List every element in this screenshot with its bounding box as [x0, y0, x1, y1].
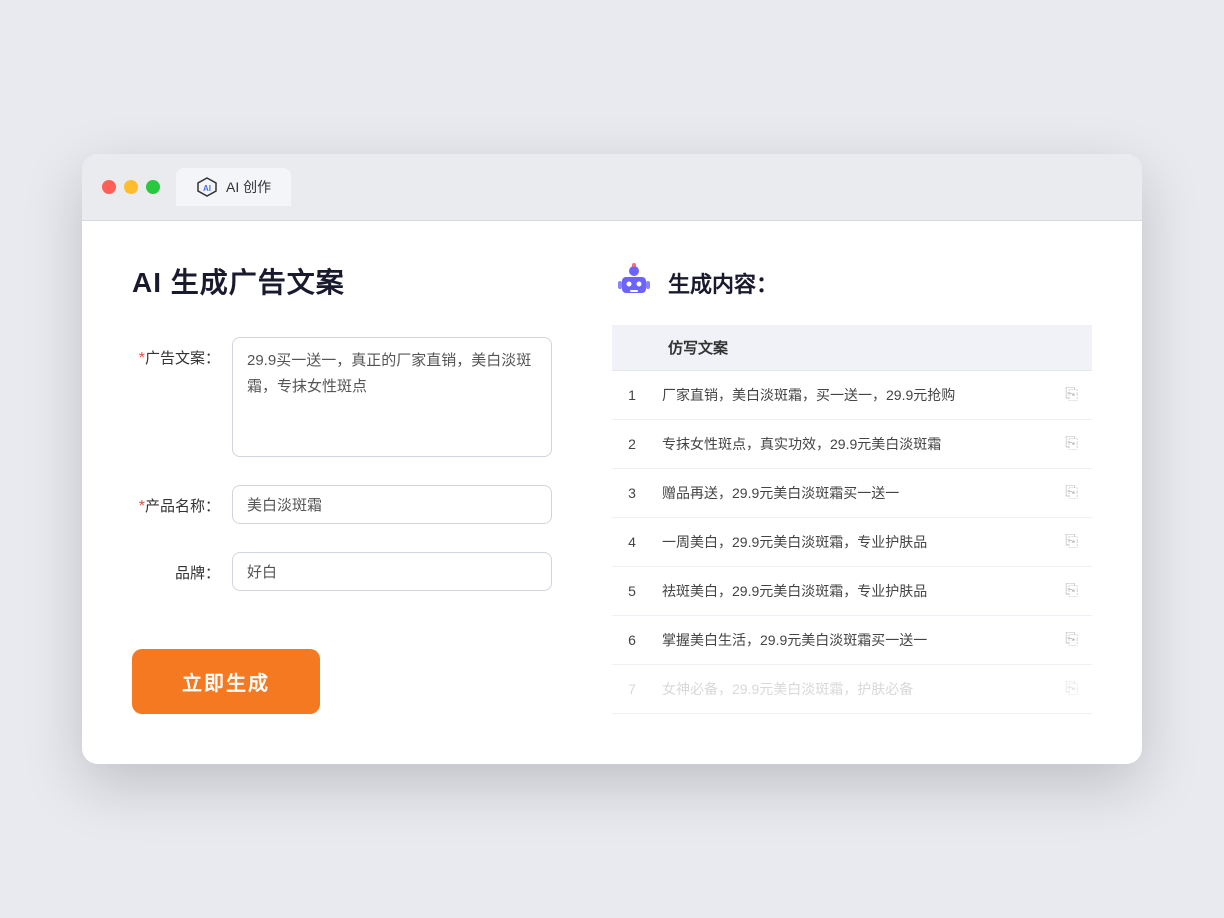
product-name-label: *产品名称： [132, 485, 232, 516]
col-header-num [612, 325, 652, 371]
row-text: 掌握美白生活，29.9元美白淡斑霜买一送一 [652, 616, 1051, 665]
traffic-light-green[interactable] [146, 180, 160, 194]
brand-input[interactable]: 好白 [232, 552, 552, 591]
ad-copy-label: *广告文案： [132, 337, 232, 368]
copy-icon[interactable]: ⎘ [1061, 627, 1082, 652]
table-row: 2专抹女性斑点，真实功效，29.9元美白淡斑霜 ⎘ [612, 420, 1092, 469]
table-row: 5祛斑美白，29.9元美白淡斑霜，专业护肤品 ⎘ [612, 567, 1092, 616]
form-group-product-name: *产品名称： 美白淡斑霜 [132, 485, 552, 524]
row-num: 1 [612, 371, 652, 420]
table-header-row: 仿写文案 [612, 325, 1092, 371]
row-num: 5 [612, 567, 652, 616]
main-layout: AI 生成广告文案 *广告文案： 29.9买一送一，真正的厂家直销，美白淡斑霜，… [132, 261, 1092, 714]
result-table: 仿写文案 1厂家直销，美白淡斑霜，买一送一，29.9元抢购⎘2专抹女性斑点，真实… [612, 325, 1092, 714]
row-num: 6 [612, 616, 652, 665]
traffic-light-red[interactable] [102, 180, 116, 194]
traffic-lights [102, 180, 160, 194]
row-num: 7 [612, 665, 652, 714]
row-text: 赠品再送，29.9元美白淡斑霜买一送一 [652, 469, 1051, 518]
copy-icon[interactable]: ⎘ [1061, 676, 1082, 701]
col-header-text: 仿写文案 [652, 325, 1051, 371]
row-text: 祛斑美白，29.9元美白淡斑霜，专业护肤品 [652, 567, 1051, 616]
row-text: 一周美白，29.9元美白淡斑霜，专业护肤品 [652, 518, 1051, 567]
copy-icon[interactable]: ⎘ [1061, 480, 1082, 505]
row-num: 3 [612, 469, 652, 518]
browser-titlebar: AI AI 创作 [82, 154, 1142, 221]
traffic-light-yellow[interactable] [124, 180, 138, 194]
ad-copy-input[interactable]: 29.9买一送一，真正的厂家直销，美白淡斑霜，专抹女性斑点 [232, 337, 552, 457]
row-text: 专抹女性斑点，真实功效，29.9元美白淡斑霜 [652, 420, 1051, 469]
table-row: 7女神必备，29.9元美白淡斑霜，护肤必备 ⎘ [612, 665, 1092, 714]
form-group-ad-copy: *广告文案： 29.9买一送一，真正的厂家直销，美白淡斑霜，专抹女性斑点 [132, 337, 552, 457]
browser-content: AI 生成广告文案 *广告文案： 29.9买一送一，真正的厂家直销，美白淡斑霜，… [82, 221, 1142, 764]
table-row: 6掌握美白生活，29.9元美白淡斑霜买一送一 ⎘ [612, 616, 1092, 665]
tab-label: AI 创作 [226, 177, 271, 197]
browser-window: AI AI 创作 AI 生成广告文案 *广告文案： 29.9买一送一，真正的厂家… [82, 154, 1142, 764]
browser-tab[interactable]: AI AI 创作 [176, 168, 291, 206]
left-panel: AI 生成广告文案 *广告文案： 29.9买一送一，真正的厂家直销，美白淡斑霜，… [132, 261, 552, 714]
ai-tab-icon: AI [196, 176, 218, 198]
robot-icon [612, 261, 656, 305]
row-text: 厂家直销，美白淡斑霜，买一送一，29.9元抢购 [652, 371, 1051, 420]
right-panel: 生成内容： 仿写文案 1厂家直销，美白淡斑霜，买一送一，29.9元抢购⎘2专抹女… [612, 261, 1092, 714]
brand-label: 品牌： [132, 552, 232, 583]
form-group-brand: 品牌： 好白 [132, 552, 552, 591]
svg-text:AI: AI [203, 184, 211, 193]
generate-button[interactable]: 立即生成 [132, 649, 320, 714]
copy-icon[interactable]: ⎘ [1061, 382, 1082, 407]
row-num: 4 [612, 518, 652, 567]
copy-icon[interactable]: ⎘ [1061, 578, 1082, 603]
result-header: 生成内容： [612, 261, 1092, 305]
product-name-input[interactable]: 美白淡斑霜 [232, 485, 552, 524]
table-row: 3赠品再送，29.9元美白淡斑霜买一送一 ⎘ [612, 469, 1092, 518]
result-title: 生成内容： [668, 267, 778, 299]
row-num: 2 [612, 420, 652, 469]
table-row: 1厂家直销，美白淡斑霜，买一送一，29.9元抢购 ⎘ [612, 371, 1092, 420]
col-header-action [1051, 325, 1092, 371]
page-title: AI 生成广告文案 [132, 261, 552, 301]
copy-icon[interactable]: ⎘ [1061, 529, 1082, 554]
table-row: 4一周美白，29.9元美白淡斑霜，专业护肤品 ⎘ [612, 518, 1092, 567]
row-text: 女神必备，29.9元美白淡斑霜，护肤必备 [652, 665, 1051, 714]
copy-icon[interactable]: ⎘ [1061, 431, 1082, 456]
